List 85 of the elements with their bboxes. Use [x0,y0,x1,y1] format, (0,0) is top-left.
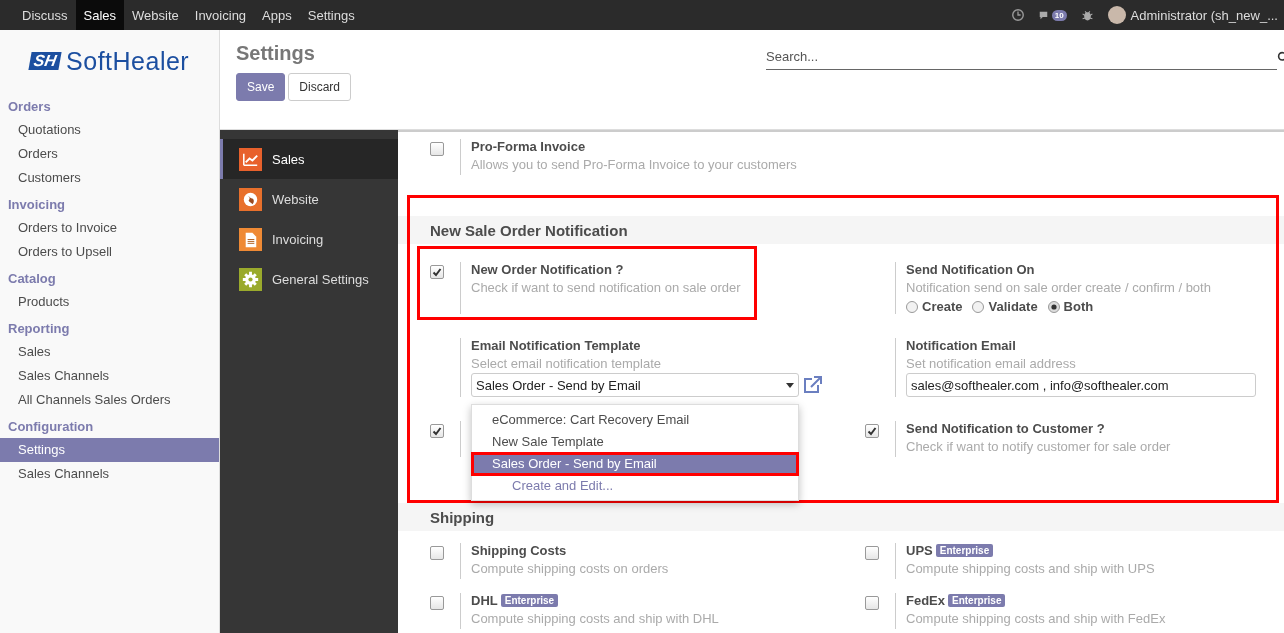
sidebar-item[interactable]: Orders to Upsell [0,240,219,264]
radio-button[interactable] [972,300,985,313]
setting-description: Notification send on sale order create / confirm / both [906,280,1212,295]
sidebar-item[interactable]: Settings [0,438,219,462]
radio-label[interactable]: Both [1063,299,1094,314]
messages-button[interactable]: 10 [1038,9,1067,21]
avatar [1107,6,1126,24]
enterprise-badge: Enterprise [935,544,994,557]
checkbox[interactable] [865,424,879,438]
sidebar-item[interactable]: Customers [0,166,219,190]
radio-label[interactable]: Validate [988,299,1038,314]
sidebar-item[interactable]: Sales [0,340,219,364]
setting-description: Compute shipping costs and ship with DHL [471,611,720,626]
settings-app-tab[interactable]: Invoicing [220,219,398,259]
dropdown-option[interactable]: Sales Order - Send by Email [472,453,798,475]
checkbox[interactable] [430,596,444,610]
sidebar-heading: Reporting [7,320,71,338]
menu-item[interactable]: Invoicing [186,0,255,30]
setting-description: Check if want to notify customer for sale order [906,439,1172,454]
search-field[interactable]: Search... [766,44,1277,70]
setting-description: Compute shipping costs on orders [471,561,670,576]
radio-label[interactable]: Create [922,299,963,314]
section-heading: New Sale Order Notification [398,216,1284,244]
logo-text: SoftHealer [66,46,190,76]
enterprise-badge: Enterprise [948,594,1006,607]
menu-item[interactable]: Website [124,0,187,30]
checkbox[interactable] [865,546,879,560]
setting-label: Send Notification to Customer ? [906,421,1106,436]
clock-icon[interactable] [1010,8,1025,22]
save-button[interactable]: Save [236,73,286,101]
setting-label: Shipping Costs [471,543,568,558]
bug-icon[interactable] [1080,8,1094,22]
sidebar-item[interactable]: Quotations [0,118,219,142]
dropdown-option[interactable]: New Sale Template [472,431,798,453]
setting-label: Notification Email [906,338,1017,353]
dropdown-option[interactable]: eCommerce: Cart Recovery Email [472,409,798,431]
setting-label: Send Notification On [906,262,1036,277]
email-input-field[interactable]: sales@softhealer.com , info@softhealer.com [906,373,1256,397]
menu-item[interactable]: Settings [299,0,363,30]
create-and-edit-link[interactable]: Create and Edit... [472,475,798,497]
setting-description: Allows you to send Pro-Forma Invoice to your customers [471,157,798,172]
setting-description: Set notification email address [906,356,1077,371]
setting-label: New Order Notification ? [471,262,625,277]
setting-description: Compute shipping costs and ship with FedEx [906,611,1167,626]
settings-app-tab[interactable]: Website [220,179,398,219]
sidebar-item[interactable]: Sales Channels [0,364,219,388]
setting-description: Check if want to send notification on sale order [471,280,742,295]
checkbox[interactable] [430,546,444,560]
sidebar-heading: Invoicing [7,196,67,214]
setting-label: UPS [906,543,933,558]
section-heading: Shipping [398,503,1284,531]
checkbox[interactable] [865,596,879,610]
sidebar-heading: Orders [7,98,52,116]
template-select[interactable]: Sales Order - Send by Email [471,373,799,397]
radio-button[interactable] [1047,300,1060,313]
settings-app-tab[interactable]: Sales [220,139,398,179]
sidebar-heading: Catalog [7,270,57,288]
sidebar-item[interactable]: Sales Channels [0,462,219,486]
caret-icon [786,382,794,388]
radio-button[interactable] [906,300,918,313]
sidebar-item[interactable]: All Channels Sales Orders [0,388,219,412]
setting-label: DHL [471,593,498,608]
external-link-icon[interactable] [803,376,822,394]
setting-label: FedEx [906,593,945,608]
logo-mark: SH [28,52,62,70]
checkbox[interactable] [430,424,444,438]
setting-description: Select email notification template [471,356,663,371]
sidebar-heading: Configuration [7,418,95,436]
menu-item[interactable]: Apps [254,0,300,30]
menu-item[interactable]: Discuss [14,0,76,30]
sidebar-item[interactable]: Products [0,290,219,314]
user-menu[interactable]: Administrator (sh_new_... [1130,7,1278,23]
setting-label: Pro-Forma Invoice [471,139,587,154]
message-count: 10 [1051,9,1067,21]
checkbox[interactable] [430,142,444,156]
setting-label: Email Notification Template [471,338,642,353]
discard-button[interactable]: Discard [288,73,352,101]
menu-item[interactable]: Sales [75,0,125,30]
settings-app-tab[interactable]: General Settings [220,259,398,299]
sidebar-item[interactable]: Orders [0,142,219,166]
setting-description: Compute shipping costs and ship with UPS [906,561,1156,576]
checkbox[interactable] [430,265,444,279]
page-title: Settings [236,42,316,65]
enterprise-badge: Enterprise [500,594,559,607]
sidebar-item[interactable]: Orders to Invoice [0,216,219,240]
